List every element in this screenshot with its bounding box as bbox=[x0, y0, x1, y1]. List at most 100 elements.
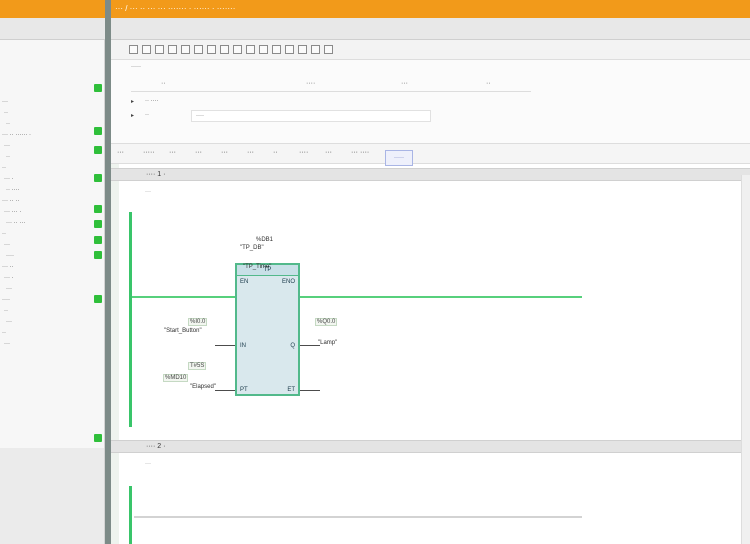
block-editor-toolbar bbox=[111, 40, 750, 60]
favorites-toolbar: ··· ····· ··· ··· ··· ··· ·· ···· ··· ··· ···· bbox=[111, 144, 750, 164]
menu-bar bbox=[0, 18, 750, 40]
favorites-highlight[interactable]: ····· bbox=[385, 150, 413, 166]
upload-icon[interactable] bbox=[194, 45, 203, 54]
editor-scrollbar[interactable] bbox=[741, 175, 750, 544]
favorite-instruction[interactable]: ··· bbox=[117, 149, 124, 156]
coil-icon[interactable] bbox=[246, 45, 255, 54]
tree-item[interactable]: ··· bbox=[0, 241, 104, 250]
pt-value[interactable]: T#5S bbox=[188, 362, 207, 370]
q-wire bbox=[300, 345, 320, 346]
power-flow-line bbox=[132, 296, 582, 298]
field-value: ···· bbox=[196, 113, 204, 119]
tree-item[interactable]: ·· bbox=[0, 329, 104, 338]
status-ok-icon bbox=[94, 174, 102, 182]
compare-icon[interactable] bbox=[168, 45, 177, 54]
tree-item[interactable]: ··· · bbox=[0, 274, 104, 283]
tree-item[interactable]: ··· · bbox=[0, 175, 104, 184]
network-2-comment[interactable]: ··· bbox=[145, 461, 151, 467]
status-ok-icon bbox=[94, 295, 102, 303]
network-2-header[interactable]: ···· 2 · bbox=[111, 440, 750, 453]
in-address[interactable]: %I0.0 bbox=[188, 318, 208, 326]
status-ok-icon bbox=[94, 205, 102, 213]
zoom-out-icon[interactable] bbox=[311, 45, 320, 54]
q-tag-name[interactable]: "Lamp" bbox=[318, 340, 337, 346]
row-name: ·· bbox=[145, 112, 149, 118]
pin-en: EN bbox=[240, 279, 249, 285]
network-2-title: ···· 2 · bbox=[146, 443, 166, 450]
close-branch-icon[interactable] bbox=[285, 45, 294, 54]
interface-header: ·· ···· ··· ·· bbox=[131, 78, 531, 92]
box-icon[interactable] bbox=[259, 45, 268, 54]
et-wire bbox=[300, 390, 320, 391]
favorite-instruction[interactable]: ··· bbox=[221, 149, 228, 156]
status-ok-icon bbox=[94, 434, 102, 442]
network-1-comment[interactable]: ··· bbox=[145, 189, 151, 195]
favorite-instruction[interactable]: ··· ···· bbox=[351, 149, 369, 156]
row-name: ·· ···· bbox=[145, 98, 159, 104]
tree-item[interactable]: ·· bbox=[0, 120, 104, 129]
expand-icon[interactable]: ▸ bbox=[131, 98, 134, 105]
in-tag-name[interactable]: "Start_Button" bbox=[164, 328, 202, 334]
tree-item[interactable]: ···· bbox=[0, 296, 104, 305]
et-tag-name[interactable]: "Elapsed" bbox=[190, 384, 216, 390]
favorite-instruction[interactable]: ··· bbox=[247, 149, 254, 156]
tree-item[interactable]: ··· ·· ··· bbox=[0, 219, 104, 228]
expand-icon[interactable]: ▸ bbox=[131, 112, 134, 119]
tree-item[interactable]: ··· ·· bbox=[0, 263, 104, 272]
instance-db-address: %DB1 bbox=[256, 237, 274, 243]
download-icon[interactable] bbox=[181, 45, 190, 54]
tree-item[interactable]: ··· bbox=[0, 285, 104, 294]
go-offline-icon[interactable] bbox=[142, 45, 151, 54]
tree-item[interactable]: ·· ···· bbox=[0, 186, 104, 195]
tree-item[interactable]: ·· bbox=[0, 164, 104, 173]
details-view: ······· bbox=[0, 448, 104, 544]
left-power-rail-2 bbox=[129, 486, 132, 544]
pin-et: ET bbox=[287, 387, 295, 393]
tree-item[interactable]: ··· ··· · bbox=[0, 208, 104, 217]
q-address[interactable]: %Q0.0 bbox=[315, 318, 338, 326]
tree-item[interactable]: ··· bbox=[0, 318, 104, 327]
settings-icon[interactable] bbox=[324, 45, 333, 54]
zoom-in-icon[interactable] bbox=[298, 45, 307, 54]
network-1-header[interactable]: ···· 1 · bbox=[111, 168, 750, 181]
pin-pt: PT bbox=[240, 387, 248, 393]
tree-item[interactable]: ·· bbox=[0, 153, 104, 162]
instance-db-name[interactable]: "TP_DB" bbox=[240, 245, 264, 251]
project-tree: ··· ·· ·· ··· ·· ······ · ··· ·· ·· ··· · ·· ···… bbox=[0, 40, 105, 544]
tree-item[interactable]: ··· bbox=[0, 98, 104, 107]
favorite-instruction[interactable]: ·· bbox=[273, 149, 278, 156]
favorite-instruction[interactable]: ··· bbox=[195, 149, 202, 156]
favorite-instruction[interactable]: ···· bbox=[299, 149, 308, 156]
network-2-rung bbox=[134, 516, 582, 518]
tree-item[interactable]: ·· bbox=[0, 307, 104, 316]
monitor-icon[interactable] bbox=[155, 45, 164, 54]
open-branch-icon[interactable] bbox=[272, 45, 281, 54]
tree-item[interactable]: ···· bbox=[0, 252, 104, 261]
left-power-rail bbox=[129, 212, 132, 427]
et-address[interactable]: %MD10 bbox=[163, 374, 189, 382]
interface-value-field[interactable]: ···· bbox=[191, 110, 431, 122]
tree-item[interactable]: ··· ·· ·· bbox=[0, 197, 104, 206]
tree-item[interactable]: ··· bbox=[0, 340, 104, 349]
tree-item[interactable]: ··· bbox=[0, 142, 104, 151]
insert-network-icon[interactable] bbox=[207, 45, 216, 54]
tree-item[interactable]: ·· bbox=[0, 230, 104, 239]
delete-network-icon[interactable] bbox=[220, 45, 229, 54]
col-datatype: ···· bbox=[306, 80, 316, 87]
timer-block[interactable]: TP EN ENO IN Q PT ET bbox=[235, 263, 300, 396]
title-bar: ··· / ··· ·· ··· ··· ······· · ······ · … bbox=[0, 0, 750, 18]
pin-q: Q bbox=[290, 343, 295, 349]
go-online-icon[interactable] bbox=[129, 45, 138, 54]
tree-item[interactable]: ··· ·· ······ · bbox=[0, 131, 104, 140]
favorite-instruction[interactable]: ····· bbox=[143, 149, 155, 156]
favorite-instruction[interactable]: ··· bbox=[325, 149, 332, 156]
interface-row[interactable]: ▸ ·· ···· bbox=[131, 110, 511, 122]
contact-icon[interactable] bbox=[233, 45, 242, 54]
col-default: ··· bbox=[401, 80, 408, 87]
col-name: ·· bbox=[161, 80, 166, 87]
favorite-instruction[interactable]: ··· bbox=[169, 149, 176, 156]
interface-row[interactable]: ▸ ·· ···· bbox=[131, 96, 511, 108]
pin-eno: ENO bbox=[281, 279, 295, 285]
status-ok-icon bbox=[94, 236, 102, 244]
tree-item[interactable]: ·· bbox=[0, 109, 104, 118]
